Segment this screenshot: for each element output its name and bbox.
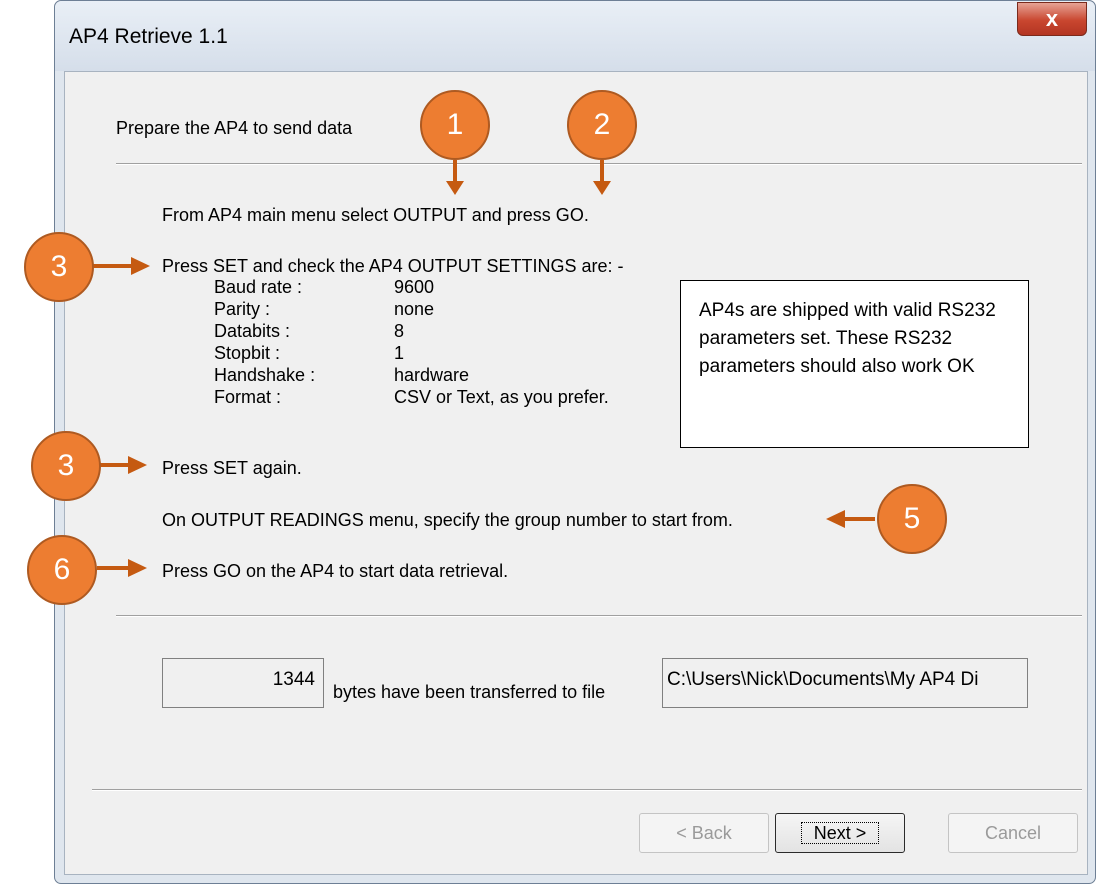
- annotation-marker-5: 5: [877, 484, 947, 554]
- annotation-marker-2: 2: [567, 90, 637, 160]
- arrow-3b-head: [128, 456, 147, 474]
- arrow-5-head: [826, 510, 845, 528]
- arrow-2-head: [593, 181, 611, 195]
- annotation-marker-3-second: 3: [31, 431, 101, 501]
- callout-note: AP4s are shipped with valid RS232 parame…: [680, 280, 1029, 448]
- arrow-6-head: [128, 559, 147, 577]
- annotation-marker-1: 1: [420, 90, 490, 160]
- annotation-marker-6: 6: [27, 535, 97, 605]
- arrow-3a-head: [131, 257, 150, 275]
- arrow-1-head: [446, 181, 464, 195]
- annotation-marker-3: 3: [24, 232, 94, 302]
